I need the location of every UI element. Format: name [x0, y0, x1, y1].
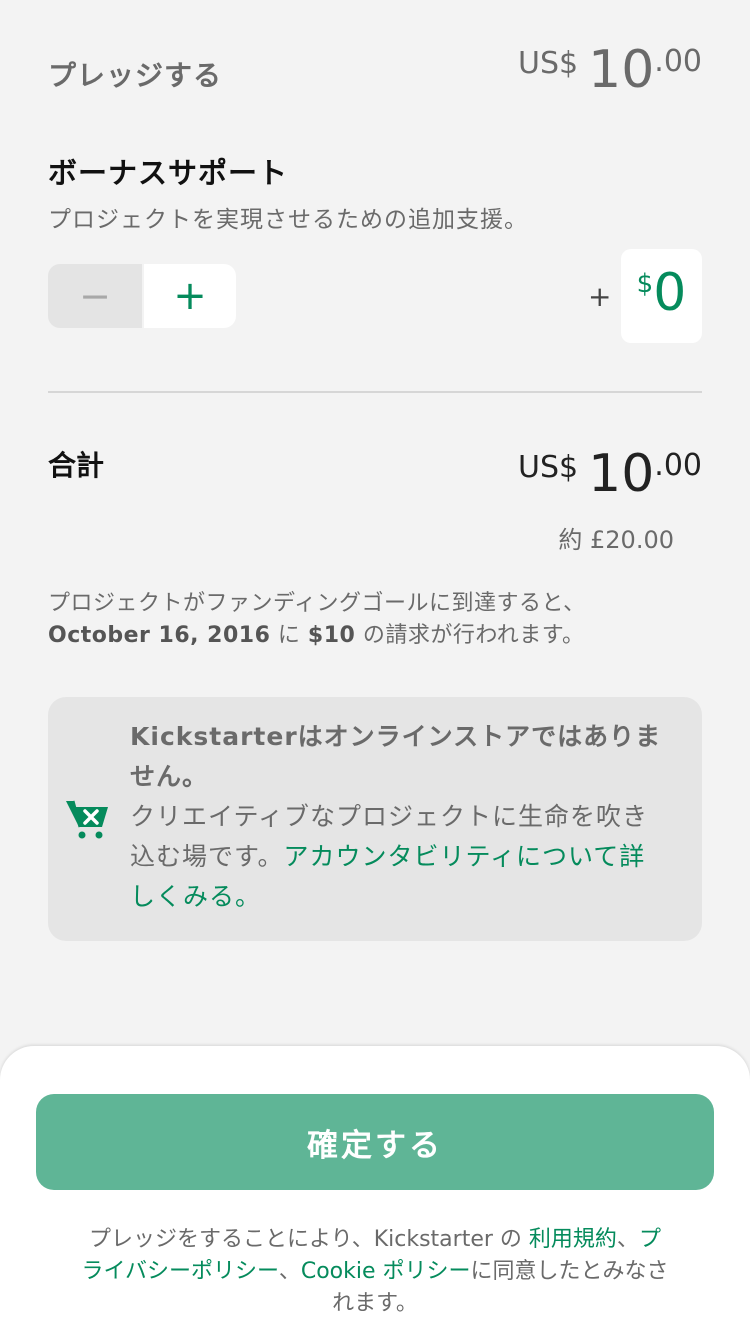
cart-x-icon: [66, 800, 108, 839]
confirm-button[interactable]: 確定する: [36, 1094, 714, 1190]
total-amount: US$ 10 .00: [518, 444, 702, 504]
pledge-amount: US$ 10 .00: [518, 40, 702, 100]
charge-note-line1: プロジェクトがファンディングゴールに到達すると、: [48, 591, 586, 616]
total-currency: US$: [518, 450, 579, 485]
total-label: 合計: [48, 449, 105, 482]
pledge-currency: US$: [518, 46, 579, 81]
bonus-currency-symbol: $: [636, 269, 654, 299]
bonus-support-description: プロジェクトを実現させるための追加支援。: [48, 207, 528, 233]
bonus-support-title: ボーナスサポート: [48, 156, 289, 190]
bonus-amount-field[interactable]: $ 0: [621, 249, 702, 343]
not-a-store-card: Kickstarterはオンラインストアではありません。 クリエイティブなプロジ…: [48, 697, 702, 941]
charge-note-tail: の請求が行われます。: [355, 623, 585, 648]
terms-separator-2: 、: [278, 1259, 301, 1284]
charge-amount: $10: [307, 623, 356, 648]
charge-note: プロジェクトがファンディングゴールに到達すると、 October 16, 201…: [48, 588, 702, 652]
terms-prefix: プレッジをすることにより、Kickstarter の: [89, 1227, 529, 1252]
bottom-sheet: 確定する プレッジをすることにより、Kickstarter の 利用規約、プライ…: [0, 1046, 750, 1334]
charge-date: October 16, 2016: [48, 623, 271, 648]
bonus-amount-value: 0: [653, 263, 687, 323]
section-divider: [48, 391, 702, 393]
terms-of-use-link[interactable]: 利用規約: [529, 1227, 617, 1252]
terms-separator: 、: [616, 1227, 639, 1252]
total-amount-integer: 10: [588, 444, 655, 504]
bonus-prefix: +: [588, 280, 612, 313]
bonus-stepper: − +: [48, 264, 236, 328]
pledge-row: プレッジする US$ 10 .00: [48, 40, 702, 100]
cookie-policy-link[interactable]: Cookie ポリシー: [301, 1259, 471, 1284]
pledge-amount-decimal: .00: [654, 44, 702, 79]
info-text: Kickstarterはオンラインストアではありません。 クリエイティブなプロジ…: [130, 717, 666, 917]
approx-converted-amount: 約 £20.00: [558, 526, 674, 554]
minus-icon: −: [79, 274, 111, 318]
decrement-button[interactable]: −: [48, 264, 142, 328]
terms-text: プレッジをすることにより、Kickstarter の 利用規約、プライバシーポリ…: [80, 1224, 670, 1320]
info-heading: Kickstarterはオンラインストアではありません。: [130, 722, 662, 791]
charge-note-mid: に: [270, 623, 308, 648]
pledge-label: プレッジする: [48, 59, 223, 92]
pledge-amount-integer: 10: [588, 40, 655, 100]
increment-button[interactable]: +: [144, 264, 236, 328]
pledge-screen: プレッジする US$ 10 .00 ボーナスサポート プロジェクトを実現させるた…: [0, 0, 750, 1334]
plus-icon: +: [173, 273, 207, 319]
total-amount-decimal: .00: [654, 448, 702, 483]
